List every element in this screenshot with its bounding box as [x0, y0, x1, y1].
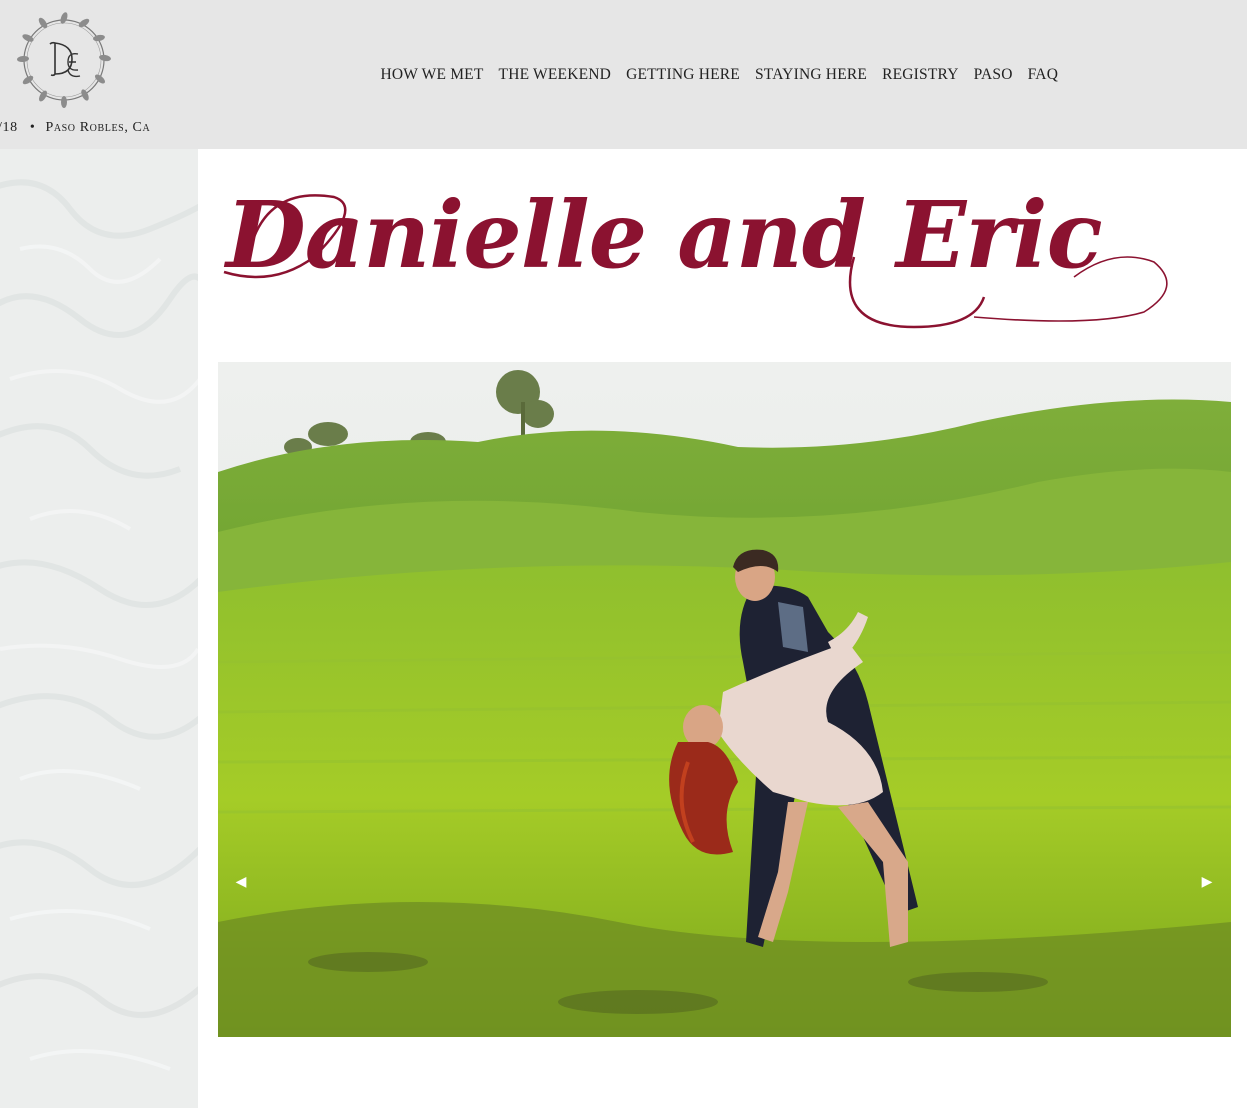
nav-item-paso[interactable]: PASO [966, 66, 1020, 84]
tagline-separator: • [29, 120, 36, 135]
couple-title: Danielle and Eric [214, 177, 1174, 337]
triangle-right-icon: ▶ [1201, 874, 1213, 890]
engagement-photo [218, 362, 1231, 1037]
site-header: /18 • Paso Robles, Ca HOW WE MET THE WEE… [0, 0, 1247, 149]
marble-texture [0, 149, 198, 1108]
nav-item-getting-here[interactable]: GETTING HERE [619, 66, 748, 84]
nav-item-faq[interactable]: FAQ [1020, 66, 1065, 84]
page-title: Danielle and Eric [226, 181, 1103, 289]
wreath-monogram-icon [17, 12, 111, 108]
main-nav: HOW WE MET THE WEEKEND GETTING HERE STAY… [373, 64, 1066, 86]
main-content: Danielle and Eric ◀ ▶ [198, 149, 1247, 1108]
wedding-date-location: /18 • Paso Robles, Ca [0, 120, 150, 136]
monogram-logo[interactable] [10, 8, 118, 112]
tagline-date: /18 [0, 120, 18, 135]
textured-side-panel [0, 149, 198, 1108]
slideshow-prev-button[interactable]: ◀ [228, 867, 254, 897]
slideshow-next-button[interactable]: ▶ [1194, 867, 1220, 897]
nav-item-how-we-met[interactable]: HOW WE MET [373, 66, 491, 84]
nav-item-staying-here[interactable]: STAYING HERE [747, 66, 874, 84]
photo-slideshow[interactable]: ◀ ▶ [218, 362, 1231, 1037]
tagline-location: Paso Robles, Ca [45, 120, 151, 135]
triangle-left-icon: ◀ [235, 874, 247, 890]
nav-item-registry[interactable]: REGISTRY [875, 66, 967, 84]
nav-item-the-weekend[interactable]: THE WEEKEND [491, 66, 619, 84]
